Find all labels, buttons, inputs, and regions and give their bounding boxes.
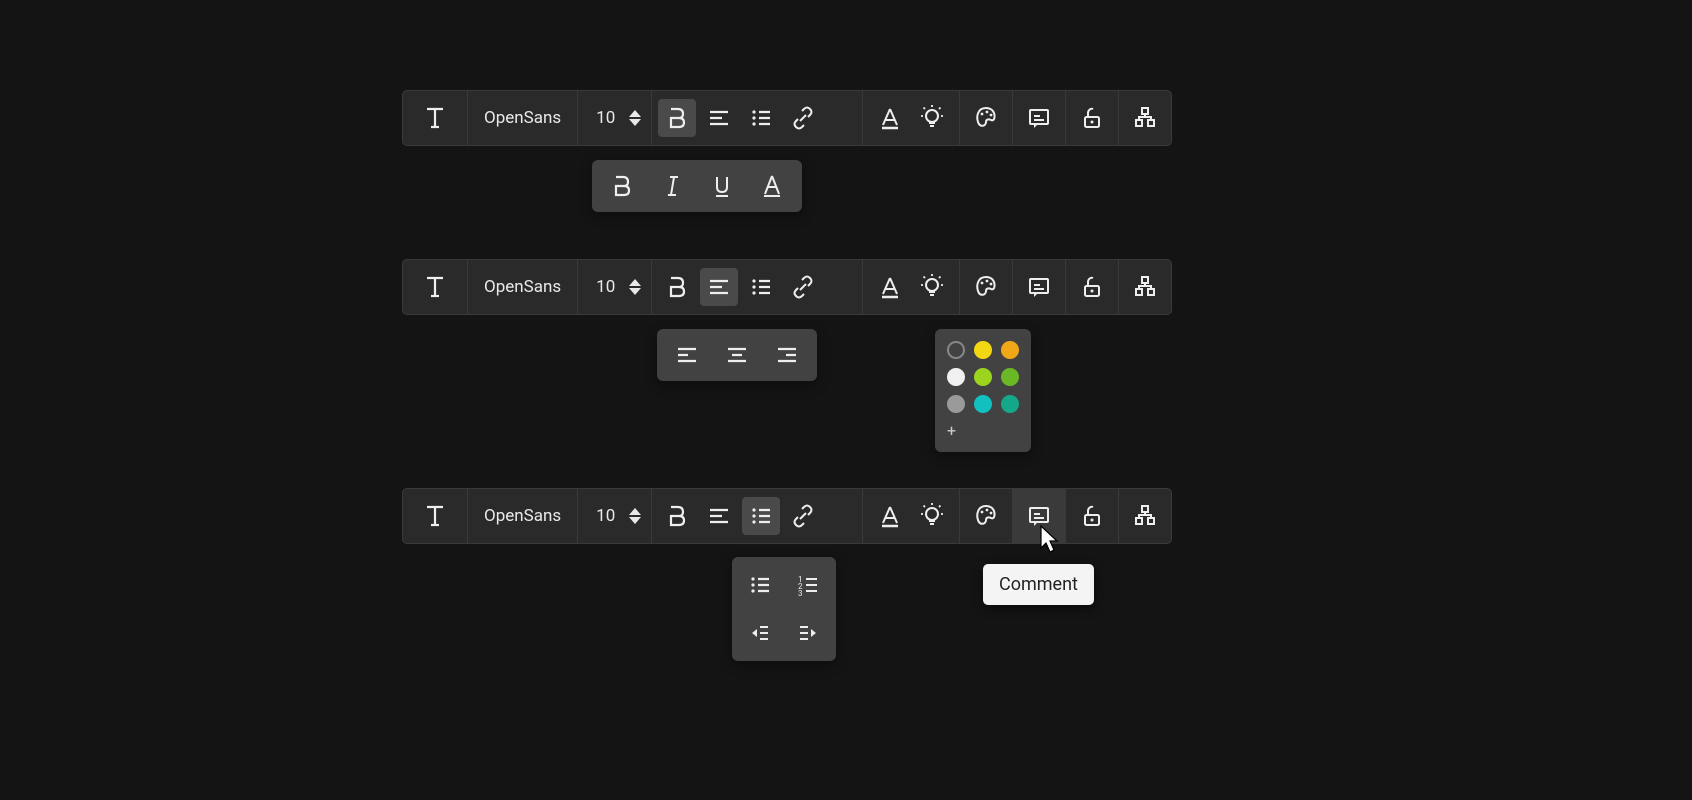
chevron-up-icon[interactable] bbox=[629, 110, 641, 117]
color-swatch-gray[interactable] bbox=[947, 395, 965, 413]
align-right-option[interactable] bbox=[769, 337, 805, 373]
link-button[interactable] bbox=[784, 497, 822, 535]
chevron-down-icon[interactable] bbox=[629, 517, 641, 524]
color-swatch-yellow[interactable] bbox=[974, 341, 992, 359]
bold-button[interactable] bbox=[658, 99, 696, 137]
color-swatch-teal[interactable] bbox=[1001, 395, 1019, 413]
link-button[interactable] bbox=[784, 99, 822, 137]
color-swatch-lime[interactable] bbox=[974, 368, 992, 386]
font-family-label: OpenSans bbox=[484, 277, 561, 297]
font-size-stepper[interactable]: 10 bbox=[578, 260, 651, 314]
strikethrough-option[interactable] bbox=[754, 168, 790, 204]
chevron-down-icon[interactable] bbox=[629, 119, 641, 126]
stepper-arrows[interactable] bbox=[629, 110, 641, 126]
font-size-value: 10 bbox=[596, 506, 615, 526]
suggestion-button[interactable] bbox=[913, 497, 951, 535]
chevron-up-icon[interactable] bbox=[629, 508, 641, 515]
font-family-selector[interactable]: OpenSans bbox=[468, 91, 577, 145]
align-button[interactable] bbox=[700, 497, 738, 535]
align-button[interactable] bbox=[700, 268, 738, 306]
font-size-stepper[interactable]: 10 bbox=[578, 91, 651, 145]
list-button[interactable] bbox=[742, 268, 780, 306]
align-left-option[interactable] bbox=[669, 337, 705, 373]
indent-right-option[interactable] bbox=[742, 615, 778, 651]
text-color-button[interactable] bbox=[871, 268, 909, 306]
color-swatch-white[interactable] bbox=[947, 368, 965, 386]
list-button[interactable] bbox=[742, 497, 780, 535]
stepper-arrows[interactable] bbox=[629, 279, 641, 295]
color-swatch-orange[interactable] bbox=[1001, 341, 1019, 359]
numbered-list-option[interactable] bbox=[790, 567, 826, 603]
underline-option[interactable] bbox=[704, 168, 740, 204]
lock-button[interactable] bbox=[1066, 260, 1118, 314]
text-tool-button[interactable] bbox=[403, 489, 467, 543]
add-color-button[interactable]: + bbox=[947, 421, 1019, 440]
suggestion-button[interactable] bbox=[913, 268, 951, 306]
palette-button[interactable] bbox=[960, 489, 1012, 543]
palette-grid bbox=[947, 341, 1019, 413]
chevron-down-icon[interactable] bbox=[629, 288, 641, 295]
palette-button[interactable] bbox=[960, 260, 1012, 314]
font-size-value: 10 bbox=[596, 108, 615, 128]
formatting-toolbar: OpenSans 10 bbox=[402, 259, 1172, 315]
formatting-toolbar: OpenSans 10 bbox=[402, 90, 1172, 146]
text-style-popup bbox=[592, 160, 802, 212]
suggestion-button[interactable] bbox=[913, 99, 951, 137]
list-popup bbox=[732, 557, 836, 661]
comment-button[interactable] bbox=[1013, 489, 1065, 543]
color-palette-popup: + bbox=[935, 329, 1031, 452]
font-family-selector[interactable]: OpenSans bbox=[468, 489, 577, 543]
font-family-selector[interactable]: OpenSans bbox=[468, 260, 577, 314]
comment-button[interactable] bbox=[1013, 91, 1065, 145]
color-swatch-green[interactable] bbox=[1001, 368, 1019, 386]
palette-button[interactable] bbox=[960, 91, 1012, 145]
components-button[interactable] bbox=[1119, 91, 1171, 145]
bullet-list-option[interactable] bbox=[742, 567, 778, 603]
bold-button[interactable] bbox=[658, 497, 696, 535]
font-family-label: OpenSans bbox=[484, 108, 561, 128]
components-button[interactable] bbox=[1119, 489, 1171, 543]
font-size-value: 10 bbox=[596, 277, 615, 297]
bold-button[interactable] bbox=[658, 268, 696, 306]
formatting-toolbar: OpenSans 10 bbox=[402, 488, 1172, 544]
alignment-popup bbox=[657, 329, 817, 381]
text-tool-button[interactable] bbox=[403, 260, 467, 314]
indent-left-option[interactable] bbox=[790, 615, 826, 651]
italic-option[interactable] bbox=[654, 168, 690, 204]
text-color-button[interactable] bbox=[871, 99, 909, 137]
comment-button[interactable] bbox=[1013, 260, 1065, 314]
text-tool-button[interactable] bbox=[403, 91, 467, 145]
link-button[interactable] bbox=[784, 268, 822, 306]
chevron-up-icon[interactable] bbox=[629, 279, 641, 286]
font-size-stepper[interactable]: 10 bbox=[578, 489, 651, 543]
font-family-label: OpenSans bbox=[484, 506, 561, 526]
color-swatch-cyan[interactable] bbox=[974, 395, 992, 413]
align-button[interactable] bbox=[700, 99, 738, 137]
comment-tooltip: Comment bbox=[983, 564, 1094, 605]
bold-option[interactable] bbox=[604, 168, 640, 204]
components-button[interactable] bbox=[1119, 260, 1171, 314]
color-swatch-none[interactable] bbox=[947, 341, 965, 359]
stepper-arrows[interactable] bbox=[629, 508, 641, 524]
lock-button[interactable] bbox=[1066, 91, 1118, 145]
text-color-button[interactable] bbox=[871, 497, 909, 535]
align-center-option[interactable] bbox=[719, 337, 755, 373]
list-button[interactable] bbox=[742, 99, 780, 137]
lock-button[interactable] bbox=[1066, 489, 1118, 543]
